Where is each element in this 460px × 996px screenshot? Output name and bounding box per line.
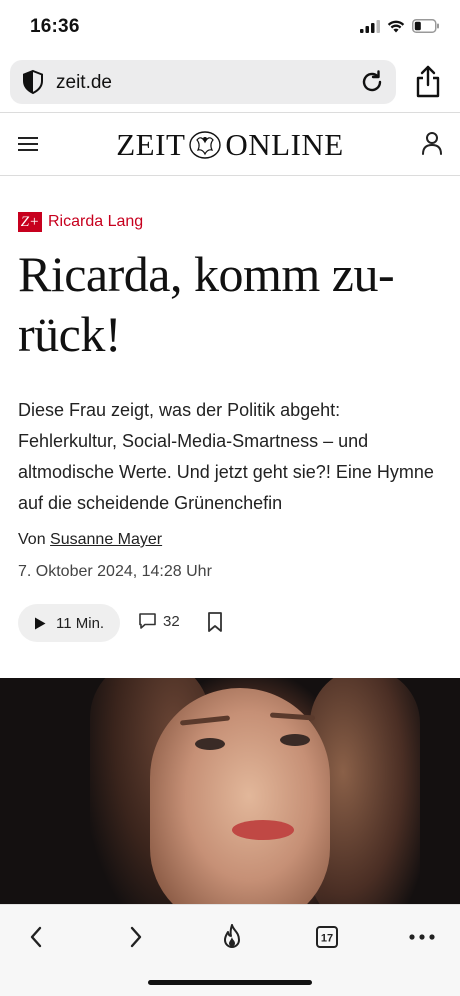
audio-duration: 11 Min.	[56, 614, 105, 632]
trending-button[interactable]	[216, 921, 248, 953]
publish-date: 7. Oktober 2024, 14:28 Uhr	[18, 563, 212, 580]
comments-button[interactable]: 32	[138, 612, 180, 630]
status-bar: 16:36	[0, 0, 460, 54]
hero-face	[150, 688, 330, 904]
chevron-right-icon	[130, 926, 142, 948]
hero-lips	[232, 820, 294, 840]
kicker-label: Ricarda Lang	[48, 213, 144, 230]
headline-line-2: rück!	[18, 306, 122, 362]
eagle-emblem-icon	[189, 131, 222, 159]
address-bar[interactable]: zeit.de	[10, 60, 396, 104]
hero-eye-left	[195, 738, 225, 750]
url-text[interactable]: zeit.de	[56, 72, 112, 94]
tabs-icon: 17	[316, 926, 338, 948]
hero-eye-right	[280, 734, 310, 746]
zeit-online-logo[interactable]: ZEIT ONLINE	[112, 125, 348, 165]
article-kicker[interactable]: Z+ Ricarda Lang	[18, 212, 143, 232]
article-summary: Diese Frau zeigt, was der Politik abgeht…	[18, 400, 434, 513]
user-account-icon[interactable]	[420, 130, 444, 156]
back-button[interactable]	[20, 921, 52, 953]
logo-text-online: ONLINE	[225, 127, 344, 162]
status-icons	[360, 19, 440, 33]
listen-audio-button[interactable]: 11 Min.	[18, 604, 120, 642]
article-hero-image[interactable]	[0, 678, 460, 904]
site-header: ZEIT ONLINE	[0, 112, 460, 176]
reload-icon[interactable]	[358, 68, 386, 96]
tabs-count: 17	[321, 933, 333, 945]
comment-count: 32	[163, 612, 180, 630]
hamburger-menu-icon[interactable]	[17, 133, 39, 155]
share-icon[interactable]	[412, 64, 444, 100]
more-options-button[interactable]	[406, 921, 438, 953]
wifi-icon	[387, 20, 405, 33]
cellular-signal-icon	[360, 19, 380, 33]
play-icon	[35, 617, 46, 629]
author-link[interactable]: Susanne Mayer	[50, 531, 162, 548]
shield-icon[interactable]	[20, 69, 46, 95]
zplus-badge: Z+	[18, 212, 42, 232]
forward-button[interactable]	[120, 921, 152, 953]
chevron-left-icon	[30, 926, 42, 948]
status-time: 16:36	[30, 16, 80, 37]
logo-text-zeit: ZEIT	[116, 127, 186, 162]
byline: Von Susanne Mayer	[18, 531, 162, 549]
bookmark-icon[interactable]	[206, 611, 224, 633]
comment-icon	[139, 613, 156, 629]
tabs-button[interactable]: 17	[311, 921, 343, 953]
home-indicator[interactable]	[148, 980, 312, 985]
article-headline: Ricarda, komm zu- rück!	[18, 244, 438, 364]
more-dots-icon	[409, 934, 435, 940]
battery-icon	[412, 19, 439, 33]
flame-icon	[224, 924, 240, 948]
byline-prefix: Von	[18, 531, 46, 548]
headline-line-1: Ricarda, komm zu-	[18, 246, 395, 302]
